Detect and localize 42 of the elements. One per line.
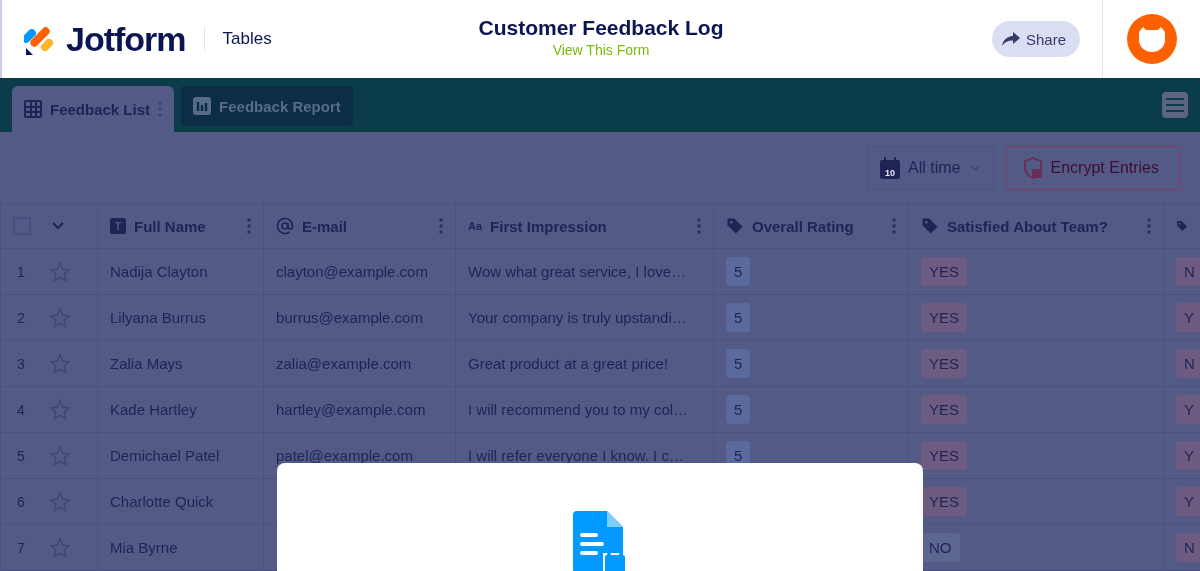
share-button[interactable]: Share <box>991 21 1080 57</box>
more-options-icon[interactable] <box>697 218 701 234</box>
tag: YES <box>921 395 967 424</box>
tag: 5 <box>726 349 751 378</box>
tab[interactable]: Feedback Report <box>181 86 353 126</box>
more-options-icon[interactable] <box>1147 218 1151 234</box>
menu-button[interactable] <box>1162 92 1188 118</box>
at-sign-icon <box>276 217 294 235</box>
tag: N <box>1176 533 1200 562</box>
tag: 5 <box>726 257 751 286</box>
tag: Y <box>1176 303 1200 332</box>
tag: 5 <box>726 395 751 424</box>
tag: NO <box>921 533 960 562</box>
logo-text: Jotform <box>66 19 186 59</box>
tag: Y <box>1176 441 1200 470</box>
calendar-icon: 10 <box>880 156 901 179</box>
tag: Y <box>1176 487 1200 516</box>
menu-icon <box>1166 98 1184 112</box>
tag-icon <box>726 217 744 235</box>
tag: YES <box>921 257 967 286</box>
tag: Y <box>1176 395 1200 424</box>
shield-lock-icon <box>1022 156 1043 179</box>
avatar-icon[interactable] <box>1127 14 1177 64</box>
product-name: Tables <box>222 29 272 49</box>
more-options-icon[interactable] <box>892 218 896 234</box>
tag: YES <box>921 303 967 332</box>
tag: YES <box>921 441 967 470</box>
chevron-down-icon[interactable] <box>51 221 65 231</box>
tag: N <box>1176 349 1200 378</box>
grid-icon <box>24 100 42 118</box>
share-arrow-icon <box>1001 31 1020 47</box>
bar-chart-icon <box>193 97 212 115</box>
tag: YES <box>921 487 967 516</box>
tag: YES <box>921 349 967 378</box>
view-form-link[interactable]: View This Form <box>552 42 650 58</box>
tag: N <box>1176 257 1200 286</box>
tag-icon <box>921 217 939 235</box>
encrypt-entries-button[interactable]: Encrypt Entries <box>1005 145 1180 190</box>
page-title: Customer Feedback Log <box>478 16 724 40</box>
more-options-icon[interactable] <box>439 218 443 234</box>
tag: 5 <box>726 303 751 332</box>
more-options-icon[interactable] <box>247 218 251 234</box>
